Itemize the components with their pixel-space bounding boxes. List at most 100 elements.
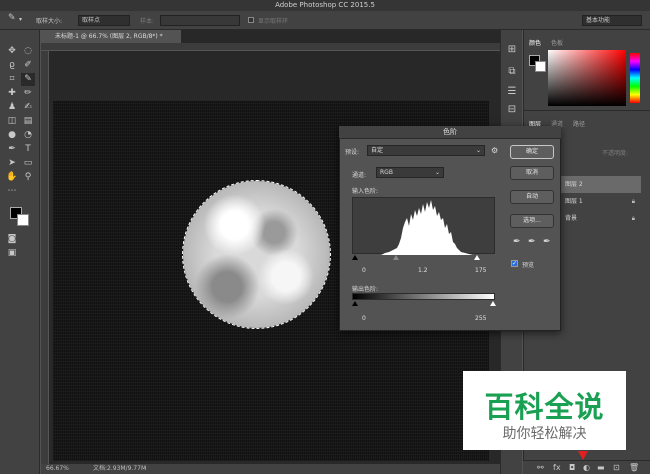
new-layer-icon[interactable]: ⊡: [613, 463, 620, 472]
adjustment-layer-icon[interactable]: ◐: [583, 463, 590, 472]
color-spectrum[interactable]: [548, 50, 626, 106]
brush-tool-icon[interactable]: ✏: [21, 87, 35, 100]
input-black-value[interactable]: 0: [362, 267, 366, 274]
histogram-graph: [353, 200, 496, 255]
layers-panel-toolbar: ⚯ fx ◘ ◐ ▬ ⊡ 🗑︎: [523, 460, 650, 474]
gradient-tool-icon[interactable]: ▤: [21, 115, 35, 128]
channel-label: 通道:: [352, 172, 367, 179]
input-gamma-slider-handle[interactable]: [393, 255, 399, 260]
healing-brush-tool-icon[interactable]: ✚: [5, 87, 19, 100]
history-panel-icon[interactable]: ⊞: [506, 44, 518, 56]
color-panel-background[interactable]: [535, 61, 546, 72]
status-arrow-icon[interactable]: ›: [144, 464, 146, 474]
marquee-tool-icon[interactable]: ◌: [21, 45, 35, 58]
input-gamma-value[interactable]: 1.2: [418, 267, 428, 274]
zoom-tool-icon[interactable]: ⚲: [21, 171, 35, 184]
tab-paths[interactable]: 路径: [573, 119, 585, 128]
quick-mask-icon[interactable]: ◙: [5, 233, 19, 246]
layer-name: 图层 2: [565, 181, 583, 188]
clone-stamp-tool-icon[interactable]: ♟: [5, 101, 19, 114]
hand-tool-icon[interactable]: ✋: [5, 171, 19, 184]
tab-swatches[interactable]: 色板: [551, 38, 563, 47]
document-tab[interactable]: 未标题-1 @ 66.7% (图层 2, RGB/8*) *: [41, 30, 181, 43]
brush-panel-icon[interactable]: ☰: [506, 86, 518, 98]
options-button[interactable]: 选项...: [510, 214, 554, 228]
eraser-tool-icon[interactable]: ◫: [5, 115, 19, 128]
crop-tool-icon[interactable]: ⌗: [5, 73, 19, 86]
options-bar: ✎ ▾ 取样大小: 取样点 样本: 显示取样环 基本功能: [0, 11, 650, 30]
preset-select[interactable]: 自定 ⌄: [367, 145, 485, 156]
eyedropper-tool-icon[interactable]: ✎: [8, 13, 16, 23]
blur-tool-icon[interactable]: ●: [5, 129, 19, 142]
delete-layer-icon[interactable]: 🗑︎: [629, 463, 639, 472]
input-levels-label: 输入色阶:: [352, 188, 379, 195]
lock-icon: 🔒︎: [631, 198, 635, 205]
pen-tool-icon[interactable]: ✒: [5, 143, 19, 156]
black-point-eyedropper-icon[interactable]: ✒: [513, 237, 521, 247]
channel-select[interactable]: RGB ⌄: [376, 167, 444, 178]
sample-label: 样本:: [140, 18, 155, 25]
type-tool-icon[interactable]: T: [21, 143, 35, 156]
auto-button[interactable]: 自动: [510, 190, 554, 204]
output-white-slider-handle[interactable]: [490, 301, 496, 306]
screen-mode-icon[interactable]: ▣: [5, 247, 19, 260]
zoom-level[interactable]: 66.67%: [46, 464, 69, 474]
channel-value: RGB: [380, 169, 393, 176]
cancel-button[interactable]: 取消: [510, 166, 554, 180]
preview-checkbox[interactable]: ✓: [511, 260, 518, 267]
gray-point-eyedropper-icon[interactable]: ✒: [528, 237, 536, 247]
watermark-subtitle: 助你轻松解决: [502, 426, 587, 442]
white-point-eyedropper-icon[interactable]: ✒: [543, 237, 551, 247]
preset-label: 预设:: [345, 149, 360, 156]
opacity-label: 不透明度:: [602, 150, 629, 157]
preset-gear-icon[interactable]: ⚙: [491, 146, 498, 155]
show-ring-label: 显示取样环: [258, 18, 289, 25]
levels-dialog-title: 色阶: [339, 126, 561, 139]
adjustments-panel-icon[interactable]: ⊟: [506, 104, 518, 116]
workspace-select[interactable]: 基本功能: [582, 15, 642, 26]
show-ring-checkbox[interactable]: [248, 17, 254, 23]
preset-value: 自定: [371, 147, 384, 154]
watermark-title: 百科全说: [484, 390, 605, 424]
input-black-slider-handle[interactable]: [352, 255, 358, 260]
eyedropper-tool-icon-active[interactable]: ✎: [21, 73, 35, 86]
document-size: 文档:2.93M/9.77M: [93, 465, 147, 472]
new-group-icon[interactable]: ▬: [597, 463, 605, 472]
ok-button[interactable]: 确定: [510, 145, 554, 159]
window-title: Adobe Photoshop CC 2015.5: [275, 1, 375, 9]
tool-preset-dropdown-icon[interactable]: ▾: [19, 16, 22, 23]
sample-size-select[interactable]: 取样点: [78, 15, 130, 26]
move-tool-icon[interactable]: ✥: [5, 45, 19, 58]
hue-slider[interactable]: [630, 53, 640, 103]
fx-icon[interactable]: fx: [553, 463, 561, 472]
properties-panel-icon[interactable]: ⧉: [506, 66, 518, 78]
shape-tool-icon[interactable]: ▭: [21, 157, 35, 170]
lock-icon: 🔒︎: [631, 215, 635, 222]
input-white-value[interactable]: 175: [475, 267, 486, 274]
sample-select[interactable]: [160, 15, 240, 26]
output-white-value[interactable]: 255: [475, 315, 486, 322]
sample-size-label: 取样大小:: [36, 18, 63, 25]
add-mask-icon[interactable]: ◘: [569, 463, 575, 472]
tab-color[interactable]: 颜色: [529, 38, 541, 47]
dodge-tool-icon[interactable]: ◔: [21, 129, 35, 142]
moon-selection: [182, 180, 331, 329]
input-white-slider-handle[interactable]: [474, 255, 480, 260]
status-bar: 66.67% 文档:2.93M/9.77M ›: [41, 464, 500, 474]
output-black-slider-handle[interactable]: [352, 301, 358, 306]
vertical-ruler: [41, 51, 49, 464]
more-tools-icon[interactable]: ⋯: [5, 185, 19, 198]
output-black-value[interactable]: 0: [362, 315, 366, 322]
link-layers-icon[interactable]: ⚯: [537, 463, 544, 472]
histogram-shape: [353, 200, 496, 255]
background-color-swatch[interactable]: [17, 214, 29, 226]
history-brush-tool-icon[interactable]: ✍: [21, 101, 35, 114]
red-arrow-icon: [578, 451, 588, 460]
layer-name: 背景: [565, 215, 578, 222]
preview-label: 预览: [522, 262, 535, 269]
path-select-tool-icon[interactable]: ➤: [5, 157, 19, 170]
window-title-bar: Adobe Photoshop CC 2015.5: [0, 0, 650, 11]
chevron-down-icon: ⌄: [434, 169, 440, 176]
lasso-tool-icon[interactable]: ϱ: [5, 59, 19, 72]
quick-select-tool-icon[interactable]: ✐: [21, 59, 35, 72]
